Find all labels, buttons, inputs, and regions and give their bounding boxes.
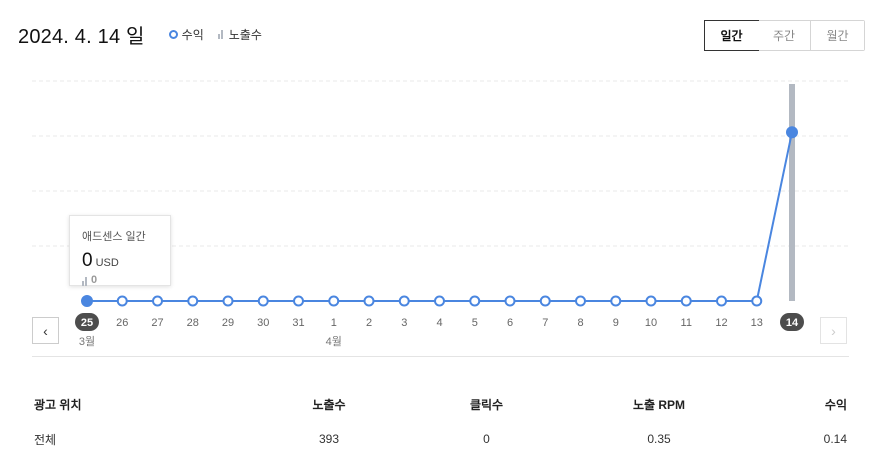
- cell-clicks: 0: [483, 432, 490, 446]
- header-impressions: 노출수: [312, 397, 346, 412]
- tooltip-impressions-value: 0: [91, 274, 98, 286]
- tick-label: 3: [401, 317, 407, 329]
- tick-label: 6: [507, 317, 513, 329]
- month-label: 4월: [326, 335, 342, 348]
- tick-label: 26: [116, 317, 128, 329]
- cell-ad-position: 전체: [34, 432, 57, 447]
- data-point: [716, 295, 727, 307]
- data-point: [187, 295, 199, 307]
- tick-label: 14: [786, 317, 799, 329]
- tick-label: 4: [436, 317, 442, 329]
- header-clicks: 클릭수: [469, 397, 504, 412]
- tooltip-impressions: 0: [82, 274, 170, 286]
- data-point: [328, 295, 340, 307]
- tick-label: 2: [366, 317, 372, 329]
- tick-label: 28: [187, 317, 199, 329]
- data-point: [363, 295, 375, 307]
- header-revenue: 수익: [824, 397, 847, 412]
- data-point: [751, 295, 763, 307]
- data-point: [152, 295, 163, 307]
- bar-chart-icon: [82, 277, 88, 286]
- data-point: [116, 295, 128, 307]
- data-point: [504, 295, 516, 307]
- data-point: [786, 126, 798, 139]
- chart-tooltip: 애드센스 일간 0 USD 0: [69, 215, 171, 286]
- header-rpm: 노출 RPM: [632, 397, 686, 412]
- data-point: [434, 295, 445, 307]
- tick-label: 9: [613, 317, 619, 329]
- cell-revenue: 0.14: [823, 432, 847, 446]
- data-point: [469, 295, 481, 307]
- chevron-right-icon[interactable]: ›: [820, 317, 847, 344]
- tick-label: 13: [751, 317, 763, 329]
- data-point: [81, 295, 93, 307]
- data-point: [293, 295, 304, 307]
- tick-label: 10: [645, 317, 657, 329]
- tick-label: 7: [542, 317, 548, 329]
- tooltip-title: 애드센스 일간: [82, 231, 146, 243]
- data-point: [575, 295, 586, 307]
- month-label: 3월: [79, 335, 95, 348]
- tick-label: 1: [331, 317, 337, 329]
- divider: [32, 356, 849, 357]
- tick-label: 12: [715, 317, 727, 329]
- table-header: 광고 위치 노출수 클릭수 노출 RPM 수익: [34, 394, 847, 414]
- data-point: [222, 295, 234, 307]
- revenue-line: [87, 132, 793, 302]
- tooltip-unit: USD: [95, 257, 119, 269]
- tick-label: 5: [472, 317, 478, 329]
- data-point: [610, 295, 622, 307]
- tick-label: 8: [577, 317, 583, 329]
- tooltip-value: 0: [82, 250, 93, 271]
- data-point: [257, 295, 269, 307]
- tick-label: 29: [222, 317, 234, 329]
- data-point: [539, 295, 551, 307]
- tick-label: 11: [681, 317, 692, 329]
- impression-bar: [789, 84, 795, 301]
- tick-label: 25: [81, 317, 93, 329]
- data-point: [680, 295, 692, 307]
- tick-label: 30: [257, 317, 269, 329]
- chevron-left-icon[interactable]: ‹: [32, 317, 59, 344]
- data-point: [645, 295, 657, 307]
- tick-label: 27: [151, 317, 163, 329]
- data-point: [398, 295, 410, 307]
- revenue-chart: 25 26 27 28 29 30 31 1 2 3 4 5 6 7 8 9 10 11 12 13 143월 4월: [32, 80, 849, 348]
- tick-label: 31: [292, 317, 304, 329]
- cell-impressions: 393: [318, 432, 340, 446]
- cell-rpm: 0.35: [647, 432, 671, 446]
- header-ad-position: 광고 위치: [34, 397, 82, 412]
- tooltip-value-row: 0 USD: [82, 250, 170, 272]
- table-row: 전체 393 0 0.35 0.14: [34, 429, 847, 449]
- stats-table: 광고 위치 노출수 클릭수 노출 RPM 수익 전체 393 0 0.35 0.…: [34, 394, 847, 449]
